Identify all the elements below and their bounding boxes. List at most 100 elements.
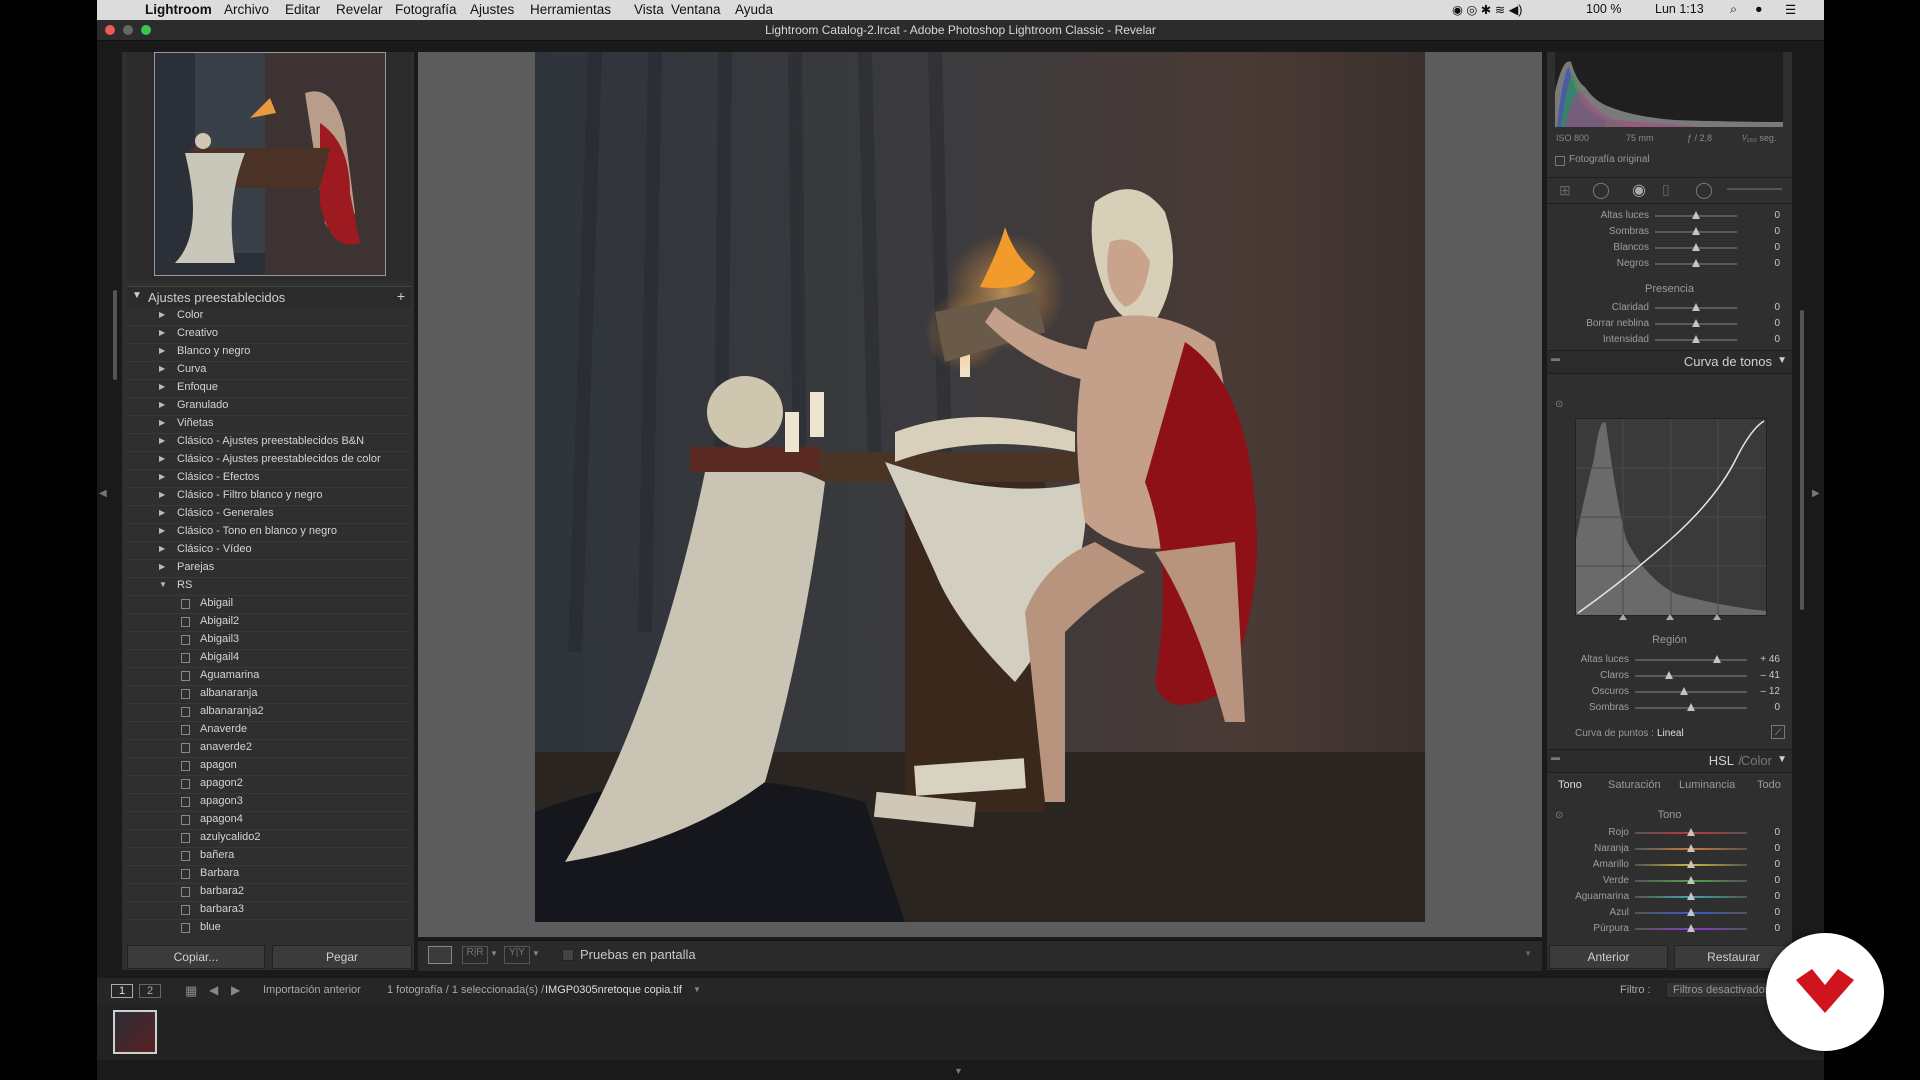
slider-track[interactable] [1635,659,1747,661]
slider-thumb[interactable] [1664,671,1673,679]
slider-row[interactable]: Altas luces 0 [1547,208,1792,224]
collapsed-triangle-icon[interactable]: ▶ [159,400,165,409]
slider-value[interactable]: – 41 [1761,670,1780,681]
hsl-collapse-icon[interactable]: ▼ [1777,754,1787,765]
soft-proofing-checkbox[interactable] [562,949,574,961]
collapsed-triangle-icon[interactable]: ▶ [159,526,165,535]
grid-view-icon[interactable]: ▦ [185,983,197,999]
slider-thumb[interactable] [1692,227,1700,235]
preset-group[interactable]: ▶ Clásico - Generales [127,505,411,524]
menu-app-name[interactable]: Lightroom [145,2,212,17]
slider-thumb[interactable] [1680,687,1689,695]
preset-item[interactable]: blue [127,919,411,937]
collapsed-triangle-icon[interactable]: ▶ [159,544,165,553]
swap-dropdown-icon[interactable]: ▼ [532,949,540,958]
preset-item[interactable]: bañera [127,847,411,866]
slider-track[interactable] [1635,675,1747,677]
preset-item[interactable]: Barbara [127,865,411,884]
slider-row[interactable]: Púrpura 0 [1547,921,1792,937]
right-panel-scrollbar[interactable] [1800,310,1804,610]
slider-value[interactable]: 0 [1774,891,1780,902]
tone-curve-header[interactable]: ▬ Curva de tonos ▼ [1547,350,1792,374]
slider-row[interactable]: Naranja 0 [1547,841,1792,857]
tab-hue[interactable]: Tono [1558,779,1582,791]
filename-dropdown-icon[interactable]: ▼ [693,985,701,994]
slider-thumb[interactable] [1687,908,1695,916]
point-curve-select[interactable]: Lineal [1657,728,1684,739]
slider-row[interactable]: Claridad 0 [1547,300,1792,316]
preset-group[interactable]: ▶ Clásico - Ajustes preestablecidos de co… [127,451,411,470]
menu-editar[interactable]: Editar [285,2,320,17]
hsl-handle-icon[interactable]: ▬ [1551,752,1560,762]
loupe-view-icon[interactable] [428,946,452,964]
menu-herramientas[interactable]: Herramientas [530,2,611,17]
original-photo-checkbox[interactable] [1555,156,1565,166]
preset-group[interactable]: ▼ RS [127,577,411,596]
left-panel-scrollbar[interactable] [113,290,117,380]
secondary-window-button[interactable]: 2 [139,984,161,998]
collapsed-triangle-icon[interactable]: ▶ [159,454,165,463]
preset-item[interactable]: albanaranja [127,685,411,704]
preset-item[interactable]: apagon2 [127,775,411,794]
slider-value[interactable]: 0 [1774,226,1780,237]
slider-thumb[interactable] [1692,319,1700,327]
preset-item[interactable]: apagon4 [127,811,411,830]
presets-panel-header[interactable]: ▼ Ajustes preestablecidos + [127,286,411,308]
preset-group[interactable]: ▶ Blanco y negro [127,343,411,362]
preset-item[interactable]: apagon [127,757,411,776]
slider-value[interactable]: 0 [1774,242,1780,253]
preset-item[interactable]: Abigail4 [127,649,411,668]
preset-group[interactable]: ▶ Clásico - Tono en blanco y negro [127,523,411,542]
close-window-button[interactable] [105,25,115,35]
status-icons[interactable]: ◉ ◎ ✱ ≋ ◀) [1452,2,1522,17]
slider-row[interactable]: Sombras 0 [1547,224,1792,240]
slider-thumb[interactable] [1687,844,1695,852]
swap-before-after-icon[interactable]: Y|Y [504,946,530,964]
menu-vista[interactable]: Vista [634,2,664,17]
preset-item[interactable]: barbara2 [127,883,411,902]
slider-value[interactable]: – 12 [1761,686,1780,697]
preset-item[interactable]: Anaverde [127,721,411,740]
slider-value[interactable]: 0 [1774,702,1780,713]
battery-level[interactable]: 100 % [1586,2,1621,16]
panel-handle-icon[interactable]: ▬ [1551,353,1560,363]
menu-fotografia[interactable]: Fotografía [395,2,457,17]
siri-icon[interactable]: ● [1755,2,1763,16]
slider-value[interactable]: 0 [1774,859,1780,870]
histogram[interactable] [1555,52,1783,127]
preset-item[interactable]: apagon3 [127,793,411,812]
minimize-window-button[interactable] [123,25,133,35]
tone-curve-graph[interactable] [1575,418,1767,616]
slider-value[interactable]: 0 [1774,827,1780,838]
preset-item[interactable]: Abigail3 [127,631,411,650]
preset-item[interactable]: Abigail [127,595,411,614]
slider-row[interactable]: Rojo 0 [1547,825,1792,841]
collapsed-triangle-icon[interactable]: ▶ [159,364,165,373]
slider-row[interactable]: Claros – 41 [1547,668,1792,684]
preset-group[interactable]: ▶ Clásico - Filtro blanco y negro [127,487,411,506]
slider-row[interactable]: Borrar neblina 0 [1547,316,1792,332]
slider-track[interactable] [1635,691,1747,693]
preset-list[interactable]: ▶ Color ▶ Creativo ▶ Blanco y negro ▶ Curva ▶ Enf… [127,307,411,937]
tab-luminance[interactable]: Luminancia [1679,779,1735,791]
spot-removal-icon[interactable]: ◯ [1592,180,1610,200]
targeted-adjustment-icon[interactable]: ⊙ [1555,399,1563,410]
right-panel-toggle-icon[interactable]: ▶ [1812,488,1820,499]
preset-group[interactable]: ▶ Color [127,307,411,326]
preset-group[interactable]: ▶ Clásico - Ajustes preestablecidos B&N [127,433,411,452]
forward-arrow-icon[interactable]: ▶ [231,983,240,997]
previous-button[interactable]: Anterior [1549,945,1668,969]
filename[interactable]: IMGP0305nretoque copia.tif [545,984,682,996]
slider-value[interactable]: + 46 [1760,654,1780,665]
slider-thumb[interactable] [1692,303,1700,311]
tab-saturation[interactable]: Saturación [1608,779,1661,791]
collapsed-triangle-icon[interactable]: ▶ [159,310,165,319]
preset-group[interactable]: ▶ Granulado [127,397,411,416]
expanded-triangle-icon[interactable]: ▼ [159,580,167,589]
slider-value[interactable]: 0 [1774,258,1780,269]
preset-item[interactable]: azulycalido2 [127,829,411,848]
slider-row[interactable]: Aguamarina 0 [1547,889,1792,905]
hsl-title[interactable]: HSL [1709,753,1734,768]
slider-value[interactable]: 0 [1774,210,1780,221]
edit-point-curve-icon[interactable]: ⟋ [1771,725,1785,739]
